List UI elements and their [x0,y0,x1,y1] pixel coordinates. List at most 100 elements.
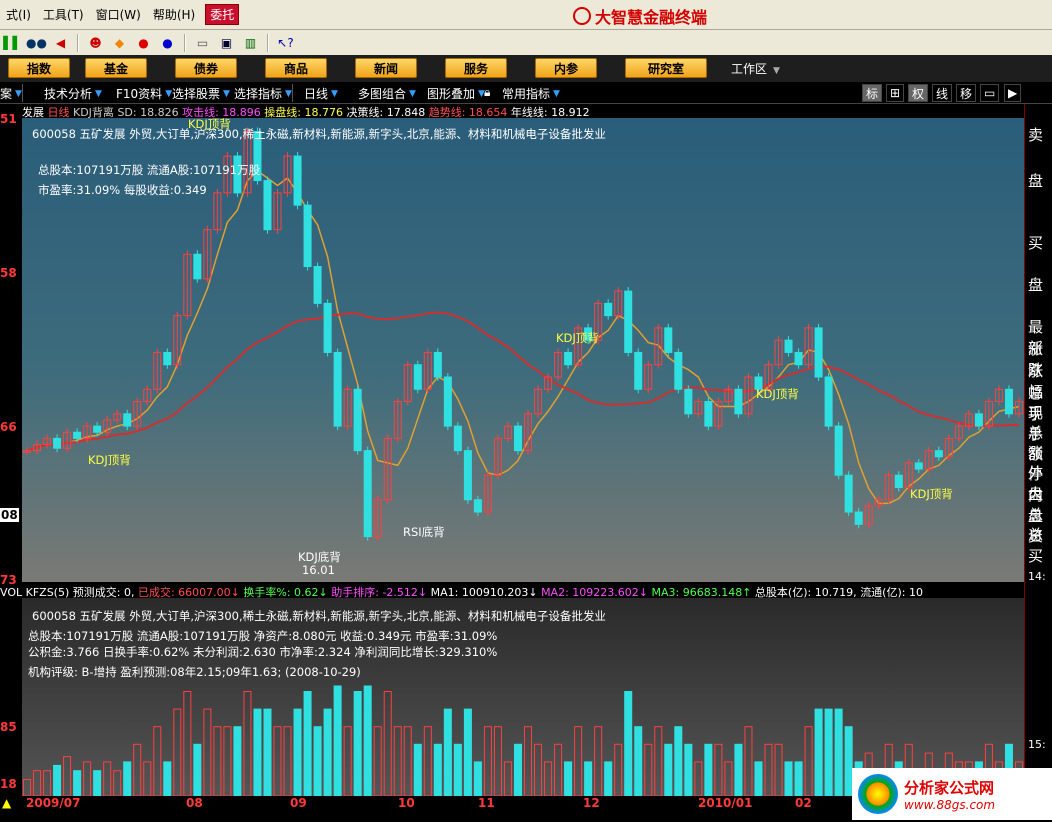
fb-pick[interactable]: 选择股票 ▼ [172,85,230,102]
volume-bar [173,708,182,796]
price-chart-panel[interactable]: 600058 五矿发展 外贸,大订单,沪深300,稀土永磁,新材料,新能源,新字… [22,117,1024,582]
volume-bar [604,761,613,796]
volume-bar [203,708,212,796]
volume-bar [403,726,412,796]
volume-bar [804,726,813,796]
volume-bar [213,726,222,796]
play-icon[interactable]: ▶ [1004,84,1022,102]
vol-note1: 总股本:107191万股 流通A股:107191万股 净资产:8.080元 收益… [28,629,498,643]
menu-bar: 式(I) 工具(T) 窗口(W) 帮助(H) 委托 大智慧金融终端 [0,0,1052,30]
function-bar: 案 ▼ 技术分析 ▼ F10资料 ▼ 选择股票 ▼ 选择指标 ▼ 日线 ▼ 多图组合 ▼ 图形… [0,82,1052,104]
volume-bar [443,708,452,796]
label-kdj-top5: KDJ顶背 [910,487,953,501]
cat-lab[interactable]: 研究室 [625,58,707,78]
volume-bar [143,761,152,796]
redball-icon[interactable]: ● [133,33,154,53]
window-icon2[interactable]: ▭ [980,84,1000,102]
candle [443,376,452,427]
volume-bar [674,726,683,796]
volume-bar [453,743,462,796]
volume-panel[interactable]: 600058 五矿发展 外贸,大订单,沪深300,稀土永磁,新材料,新能源,新字… [22,598,1024,796]
volume-bar [83,761,92,796]
cat-bond[interactable]: 债券 [175,58,237,78]
cat-fund[interactable]: 基金 [85,58,147,78]
candle [934,450,943,458]
volume-bar [33,770,42,796]
volume-bar [253,708,262,796]
volume-bar [103,761,112,796]
menu-tools[interactable]: 工具(T) [37,6,90,23]
volume-bar [694,761,703,796]
books-icon[interactable]: ▥ [240,33,261,53]
menu-formula[interactable]: 式(I) [0,6,37,23]
candle [564,351,573,366]
candle [163,351,172,366]
btn-mark[interactable]: 标 [862,84,883,102]
fb-overlay[interactable]: 图形叠加 ▼ [427,85,485,102]
bars-icon[interactable]: ▌▌ [2,33,23,53]
volume-bar [744,726,753,796]
binoculars-icon[interactable]: ●● [26,33,47,53]
candle [634,351,643,390]
cat-insider[interactable]: 内参 [535,58,597,78]
candle [193,253,202,280]
label-kdj-top3: KDJ顶背 [756,387,799,401]
volume-bar [834,708,843,796]
volume-bar [704,743,713,796]
volume-bar [343,726,352,796]
volume-bar [764,743,773,796]
fb-f10[interactable]: F10资料 ▼ [116,85,172,102]
megaphone-icon[interactable]: ◀ [50,33,71,53]
candle [604,302,613,317]
candle [974,413,983,427]
cat-service[interactable]: 服务 [445,58,507,78]
help-pointer-icon[interactable]: ↖? [275,33,296,53]
print-icon[interactable]: ▭ [192,33,213,53]
fb-common[interactable]: 常用指标 ▼ [502,85,560,102]
btn-weight[interactable]: 权 [908,84,929,102]
cat-news[interactable]: 新闻 [355,58,417,78]
window-icon[interactable]: ▣ [216,33,237,53]
volume-bar [794,761,803,796]
volume-bar [574,726,583,796]
volume-bar [774,743,783,796]
volume-bar [233,726,242,796]
diamond-icon[interactable]: ◆ [109,33,130,53]
fb-ind[interactable]: 选择指标 ▼ [234,85,292,102]
candle [53,437,62,449]
volume-bar [824,708,833,796]
btn-move[interactable]: 移 [956,84,977,102]
candle [844,474,853,513]
cat-index[interactable]: 指数 [8,58,70,78]
candle [433,351,442,378]
cat-commodity[interactable]: 商品 [265,58,327,78]
candle [353,388,362,452]
fb-case[interactable]: 案 ▼ [0,85,22,102]
candle [513,425,522,452]
volume-bar [684,743,693,796]
workarea-tab[interactable]: 工作区 ▼ [731,60,780,77]
candle [293,155,302,206]
user-alert-icon[interactable]: ☻ [85,33,106,53]
volume-bar [293,708,302,796]
label-kdj-top: KDJ顶背 [188,117,231,131]
fb-daily[interactable]: 日线 ▼ [304,85,338,102]
volume-bar [333,685,342,796]
btn-line[interactable]: 线 [932,84,953,102]
trade-button[interactable]: 委托 [205,4,240,25]
volume-bar [373,726,382,796]
fb-tech[interactable]: 技术分析 ▼ [44,85,102,102]
fb-multi[interactable]: 多图组合 ▼ [358,85,416,102]
candle [313,266,322,304]
menu-help[interactable]: 帮助(H) [147,6,201,23]
volume-bar [283,726,292,796]
toolbar: ▌▌ ●● ◀ ☻ ◆ ● ● ▭ ▣ ▥ ↖? [0,30,1052,55]
volume-bar [393,726,402,796]
menu-window[interactable]: 窗口(W) [90,6,147,23]
grid-icon[interactable]: ⊞ [886,84,905,102]
volume-bar [473,761,482,796]
candle [624,290,633,353]
volume-bar [534,743,543,796]
fb-lock-icon[interactable]: 🔒︎ [484,85,490,100]
blueball-icon[interactable]: ● [157,33,178,53]
